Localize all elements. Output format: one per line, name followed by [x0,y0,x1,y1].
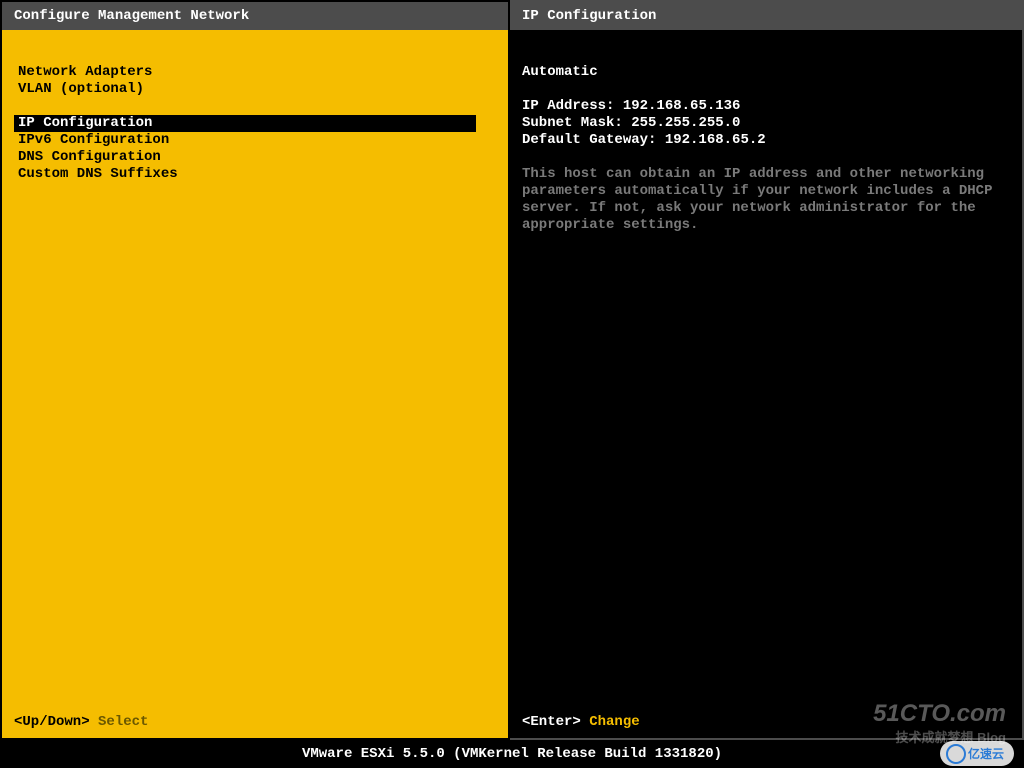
left-panel: Configure Management Network Network Ada… [0,0,510,740]
spacer [522,81,1010,98]
right-panel: IP Configuration Automatic IP Address: 1… [510,0,1024,740]
right-panel-title: IP Configuration [510,2,1022,30]
menu-item-custom-dns-suffixes[interactable]: Custom DNS Suffixes [14,166,496,183]
key-hint-enter: <Enter> [522,714,581,730]
default-gateway-line: Default Gateway: 192.168.65.2 [522,132,1010,149]
menu-item-dns-configuration[interactable]: DNS Configuration [14,149,496,166]
main-container: Configure Management Network Network Ada… [0,0,1024,740]
default-gateway-label: Default Gateway: [522,132,656,148]
key-hint-updown: <Up/Down> [14,714,90,730]
subnet-mask-line: Subnet Mask: 255.255.255.0 [522,115,1010,132]
subnet-mask-value: 255.255.255.0 [631,115,740,131]
action-hint-select: Select [98,714,148,730]
config-mode: Automatic [522,64,1010,81]
detail-content: Automatic IP Address: 192.168.65.136 Sub… [510,36,1022,738]
ip-address-label: IP Address: [522,98,614,114]
right-footer-hint: <Enter> Change [522,714,640,730]
menu-item-ip-configuration[interactable]: IP Configuration [14,115,476,132]
action-hint-change: Change [589,714,639,730]
left-footer-hint: <Up/Down> Select [14,714,148,730]
subnet-mask-label: Subnet Mask: [522,115,623,131]
help-text: This host can obtain an IP address and o… [522,166,1002,234]
status-bar: VMware ESXi 5.5.0 (VMKernel Release Buil… [0,746,1024,762]
ip-address-line: IP Address: 192.168.65.136 [522,98,1010,115]
spacer [14,98,496,115]
menu-list: Network Adapters VLAN (optional) IP Conf… [2,36,508,738]
default-gateway-value: 192.168.65.2 [665,132,766,148]
menu-item-vlan[interactable]: VLAN (optional) [14,81,496,98]
left-panel-title: Configure Management Network [2,2,508,30]
menu-item-ipv6-configuration[interactable]: IPv6 Configuration [14,132,496,149]
menu-item-network-adapters[interactable]: Network Adapters [14,64,496,81]
ip-address-value: 192.168.65.136 [623,98,741,114]
